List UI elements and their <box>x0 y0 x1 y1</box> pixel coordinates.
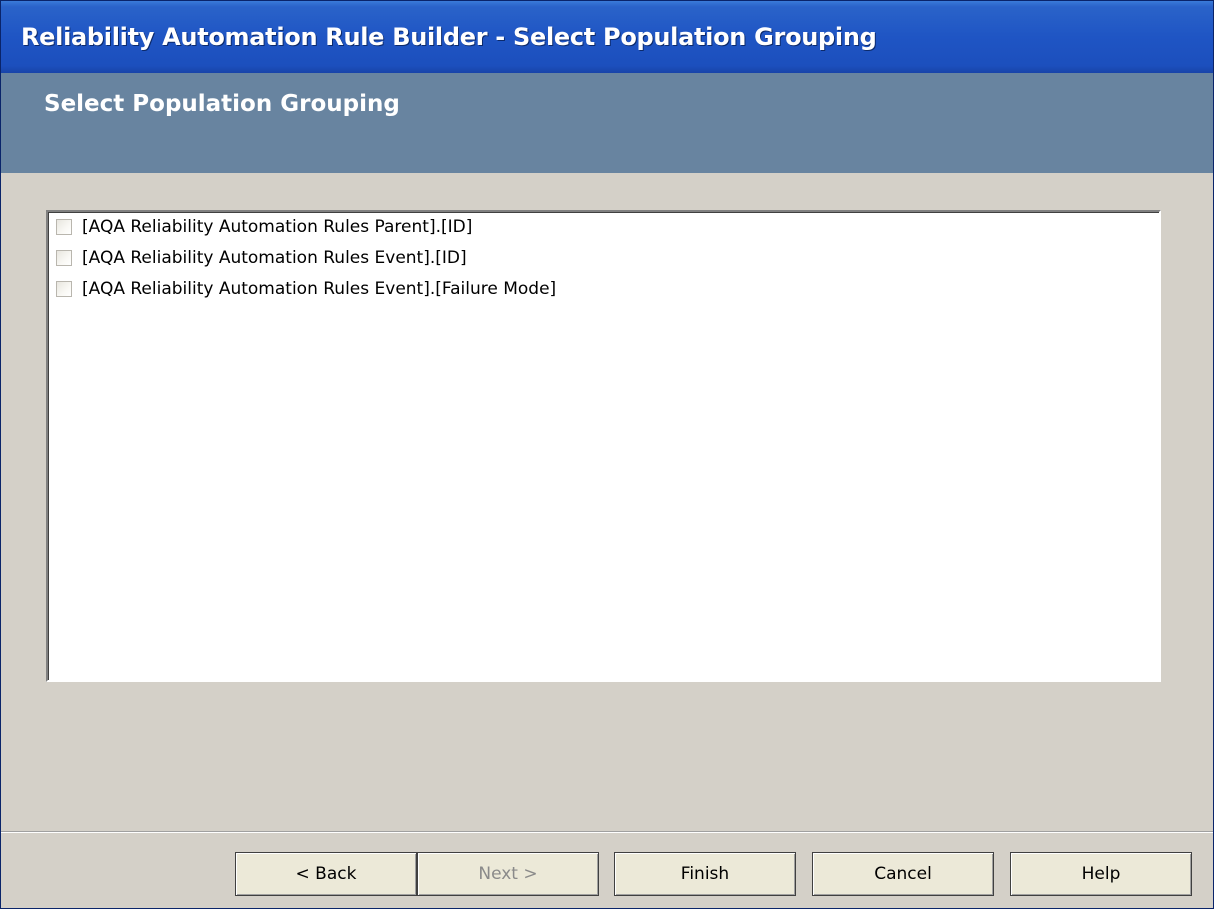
population-grouping-list[interactable]: [AQA Reliability Automation Rules Parent… <box>46 210 1161 682</box>
checkbox[interactable] <box>56 250 72 266</box>
cancel-button[interactable]: Cancel <box>812 852 994 896</box>
list-item-label: [AQA Reliability Automation Rules Event]… <box>82 248 467 268</box>
finish-button[interactable]: Finish <box>614 852 796 896</box>
list-item[interactable]: [AQA Reliability Automation Rules Event]… <box>56 276 556 302</box>
list-item-label: [AQA Reliability Automation Rules Event]… <box>82 279 557 299</box>
checkbox[interactable] <box>56 281 72 297</box>
list-item[interactable]: [AQA Reliability Automation Rules Parent… <box>56 214 472 240</box>
next-button[interactable]: Next > <box>417 852 599 896</box>
checkbox[interactable] <box>56 219 72 235</box>
page-title: Select Population Grouping <box>44 91 400 117</box>
wizard-window: Reliability Automation Rule Builder - Se… <box>0 0 1214 909</box>
button-bar: < Back Next > Finish Cancel Help <box>1 831 1213 908</box>
wizard-body: [AQA Reliability Automation Rules Parent… <box>1 173 1213 831</box>
help-button[interactable]: Help <box>1010 852 1192 896</box>
list-item[interactable]: [AQA Reliability Automation Rules Event]… <box>56 245 467 271</box>
wizard-header: Select Population Grouping <box>1 73 1213 173</box>
back-button[interactable]: < Back <box>235 852 417 896</box>
title-bar[interactable]: Reliability Automation Rule Builder - Se… <box>1 1 1213 73</box>
window-title: Reliability Automation Rule Builder - Se… <box>21 23 877 51</box>
list-item-label: [AQA Reliability Automation Rules Parent… <box>82 217 473 237</box>
